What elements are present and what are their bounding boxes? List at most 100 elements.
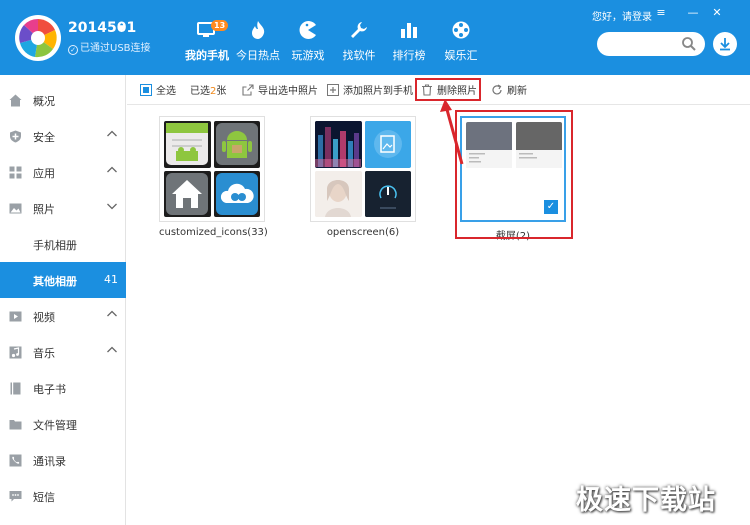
menu-icon[interactable]: ≡	[654, 7, 668, 19]
tab-label: 找软件	[342, 49, 376, 62]
tab-rankings[interactable]: 排行榜	[385, 14, 433, 64]
thumb-blue-frame	[364, 121, 411, 168]
video-icon	[9, 311, 22, 322]
sms-icon	[9, 491, 22, 502]
book-icon	[10, 382, 21, 395]
film-reel-icon	[452, 21, 470, 39]
sidebar-item-contacts[interactable]: 通讯录	[0, 442, 126, 478]
device-dropdown-icon[interactable]: ▼	[118, 24, 125, 34]
sidebar-item-label: 应用	[33, 167, 55, 180]
tab-label: 我的手机	[185, 49, 229, 62]
album-customized-icons[interactable]: customized_icons(33)	[159, 116, 268, 238]
export-selected-button[interactable]: 导出选中照片	[242, 82, 318, 98]
tab-hot-today[interactable]: 今日热点	[234, 14, 282, 64]
apps-icon	[9, 166, 22, 179]
search-box[interactable]	[597, 32, 705, 56]
add-to-phone-button[interactable]: 添加照片到手机	[327, 82, 413, 98]
tab-label: 娱乐汇	[444, 49, 478, 62]
sidebar-item-photos[interactable]: 照片	[0, 190, 126, 226]
home-icon	[9, 94, 22, 107]
close-icon[interactable]: ✕	[710, 7, 724, 19]
music-icon	[9, 346, 22, 359]
wrench-icon	[351, 22, 367, 38]
minimize-icon[interactable]: —	[686, 7, 700, 19]
thumb-empty-cell	[466, 171, 513, 218]
tab-find-software[interactable]: 找软件	[335, 14, 383, 64]
folder-icon	[9, 420, 22, 430]
sidebar-item-label: 照片	[33, 203, 55, 216]
refresh-label: 刷新	[507, 86, 527, 97]
bar-chart-icon	[401, 23, 417, 38]
trash-icon	[422, 84, 432, 96]
sidebar-item-label: 安全	[33, 131, 55, 144]
sidebar-item-phone-album[interactable]: 手机相册	[0, 226, 126, 262]
usb-status-text: 已通过USB连接	[80, 43, 151, 54]
thumb-calendar	[164, 121, 211, 168]
contacts-icon	[9, 454, 22, 467]
tab-entertainment[interactable]: 娱乐汇	[437, 14, 485, 64]
sidebar-item-label: 电子书	[33, 383, 66, 396]
sidebar-item-label: 通讯录	[33, 455, 66, 468]
album-name: 截屏(2)	[495, 231, 531, 242]
login-link[interactable]: 您好，请登录	[592, 8, 652, 23]
select-all-button[interactable]: 全选	[140, 82, 176, 98]
thumb-android-box	[213, 121, 260, 168]
delete-label: 删除照片	[437, 86, 477, 97]
delete-photos-button[interactable]: 删除照片	[421, 82, 477, 98]
search-input[interactable]	[607, 35, 677, 53]
thumb-screenshot-1	[466, 122, 513, 169]
selected-prefix: 已选	[190, 86, 210, 97]
search-icon[interactable]	[681, 36, 697, 52]
app-logo	[15, 15, 61, 61]
album-screenshots[interactable]: ✓ 截屏(2)	[460, 116, 566, 242]
sidebar-item-label: 手机相册	[33, 239, 77, 252]
image-icon	[9, 203, 22, 214]
sidebar-item-video[interactable]: 视频	[0, 298, 126, 334]
album-openscreen[interactable]: openscreen(6)	[310, 116, 416, 238]
sidebar-item-label: 短信	[33, 491, 55, 504]
select-all-label: 全选	[156, 86, 176, 97]
sidebar-item-label: 音乐	[33, 347, 55, 360]
export-label: 导出选中照片	[258, 86, 318, 97]
thumb-home	[164, 170, 211, 217]
add-icon	[327, 84, 339, 96]
selected-count: 已选2张	[190, 82, 226, 98]
thumb-dark-app	[364, 170, 411, 217]
album-name: openscreen(6)	[326, 227, 400, 238]
chevron-down-icon[interactable]	[106, 200, 118, 212]
tab-my-phone[interactable]: 13 我的手机	[183, 14, 231, 64]
sidebar-item-music[interactable]: 音乐	[0, 334, 126, 370]
sidebar-item-overview[interactable]: 概况	[0, 82, 126, 118]
tab-label: 玩游戏	[291, 49, 325, 62]
chevron-up-icon[interactable]	[106, 128, 118, 140]
thumb-cloud	[213, 170, 260, 217]
album-name: customized_icons(33)	[159, 227, 268, 238]
sidebar-item-apps[interactable]: 应用	[0, 154, 126, 190]
download-icon	[720, 38, 730, 51]
site-watermark: 极速下载站	[576, 485, 716, 516]
connected-check-icon: ✓	[68, 45, 78, 55]
album-thumbnail: ✓	[460, 116, 566, 222]
selected-check-icon[interactable]: ✓	[544, 200, 558, 214]
album-thumbnail	[159, 116, 265, 222]
thumb-portrait	[315, 170, 362, 217]
tab-games[interactable]: 玩游戏	[284, 14, 332, 64]
sidebar-item-security[interactable]: 安全	[0, 118, 126, 154]
select-all-checkbox-icon[interactable]	[140, 84, 152, 96]
refresh-button[interactable]: 刷新	[491, 82, 527, 98]
add-to-phone-label: 添加照片到手机	[343, 86, 413, 97]
chevron-up-icon[interactable]	[106, 344, 118, 356]
sidebar-item-other-albums[interactable]: 其他相册 41	[0, 262, 126, 298]
chevron-up-icon[interactable]	[106, 164, 118, 176]
album-count: 41	[104, 273, 118, 286]
download-button[interactable]	[713, 32, 737, 56]
sidebar-item-ebook[interactable]: 电子书	[0, 370, 126, 406]
selected-suffix: 张	[216, 86, 227, 97]
chevron-up-icon[interactable]	[106, 308, 118, 320]
sidebar-item-sms[interactable]: 短信	[0, 478, 126, 514]
thumb-city-night	[315, 121, 362, 168]
device-name[interactable]: 2014501	[68, 20, 136, 36]
export-icon	[242, 84, 254, 96]
sidebar-item-file-manager[interactable]: 文件管理	[0, 406, 126, 442]
top-header: 2014501 ▼ ✓ 已通过USB连接 13 我的手机 今日热点 玩游戏 找软件…	[0, 0, 750, 75]
